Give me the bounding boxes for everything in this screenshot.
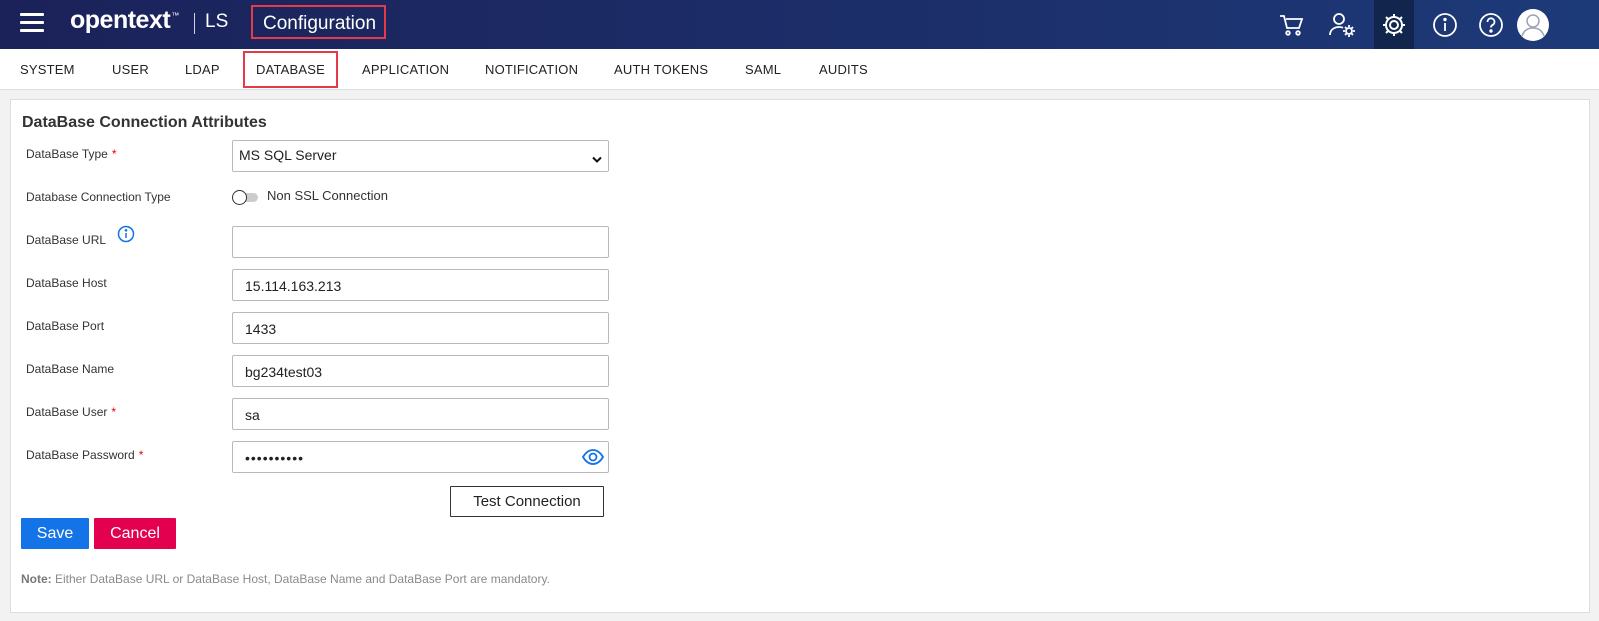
tab-notification[interactable]: NOTIFICATION: [485, 49, 578, 90]
tab-database[interactable]: DATABASE: [243, 51, 339, 88]
tab-saml[interactable]: SAML: [745, 49, 781, 90]
eye-icon[interactable]: [581, 448, 605, 469]
product-name: LS: [205, 11, 229, 32]
db-url-label: DataBase URL: [26, 225, 135, 247]
brand-logo[interactable]: opentext™: [70, 6, 179, 35]
db-password-input[interactable]: ••••••••••: [232, 441, 609, 473]
user-avatar-icon[interactable]: [1513, 0, 1553, 49]
tab-auth-tokens[interactable]: AUTH TOKENS: [614, 49, 708, 90]
tab-audits[interactable]: AUDITS: [819, 49, 868, 90]
tab-application[interactable]: APPLICATION: [362, 49, 449, 90]
database-config-panel: DataBase Connection Attributes DataBase …: [10, 99, 1590, 613]
hamburger-menu-icon[interactable]: [20, 13, 44, 33]
gear-icon[interactable]: [1374, 0, 1414, 49]
db-type-label: DataBase Type *: [26, 147, 117, 161]
chevron-down-icon: [592, 151, 602, 167]
test-connection-button[interactable]: Test Connection: [450, 486, 604, 517]
db-connection-type-label: Database Connection Type: [26, 190, 171, 204]
db-name-label: DataBase Name: [26, 362, 115, 376]
ssl-toggle[interactable]: [232, 190, 260, 205]
required-marker: *: [111, 147, 117, 161]
db-user-input[interactable]: sa: [232, 398, 609, 430]
mandatory-note: Note: Either DataBase URL or DataBase Ho…: [21, 572, 550, 586]
db-password-label: DataBase Password *: [26, 448, 144, 462]
logo-divider: [194, 13, 195, 34]
top-bar: opentext™ LS Configuration: [0, 0, 1599, 49]
db-port-input[interactable]: 1433: [232, 312, 609, 344]
shopping-cart-icon[interactable]: [1271, 0, 1311, 49]
config-tabs: SYSTEM USER LDAP DATABASE APPLICATION NO…: [0, 49, 1599, 90]
save-button[interactable]: Save: [21, 518, 89, 549]
page-title: Configuration: [251, 5, 386, 39]
tab-system[interactable]: SYSTEM: [20, 49, 75, 90]
db-port-label: DataBase Port: [26, 319, 105, 333]
cancel-button[interactable]: Cancel: [94, 518, 176, 549]
info-icon[interactable]: [1425, 0, 1465, 49]
section-title: DataBase Connection Attributes: [22, 114, 267, 131]
db-name-input[interactable]: bg234test03: [232, 355, 609, 387]
tab-ldap[interactable]: LDAP: [185, 49, 220, 90]
db-host-input[interactable]: 15.114.163.213: [232, 269, 609, 301]
required-marker: *: [138, 448, 144, 462]
db-type-select[interactable]: MS SQL Server: [232, 140, 609, 172]
ssl-toggle-label: Non SSL Connection: [267, 188, 388, 203]
db-user-label: DataBase User *: [26, 405, 117, 419]
info-icon[interactable]: [117, 225, 135, 246]
tab-user[interactable]: USER: [112, 49, 149, 90]
required-marker: *: [111, 405, 117, 419]
db-host-label: DataBase Host: [26, 276, 107, 290]
help-icon[interactable]: [1471, 0, 1511, 49]
db-url-input[interactable]: [232, 226, 609, 258]
user-settings-icon[interactable]: [1322, 0, 1362, 49]
